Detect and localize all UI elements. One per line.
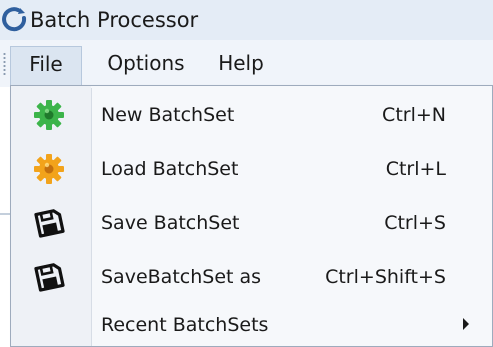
menu-item-label: SaveBatchSet as [101, 266, 262, 288]
divider [0, 213, 10, 215]
title-bar: Batch Processor [0, 0, 493, 40]
batch-processor-icon [2, 7, 27, 32]
menu-item-shortcut: Ctrl+N [382, 104, 446, 126]
menu-item-save-batchset[interactable]: Save BatchSet Ctrl+S [11, 196, 492, 250]
gear-orange-icon [34, 154, 64, 184]
window-background-strip [0, 87, 10, 347]
menu-item-label: Save BatchSet [101, 212, 240, 234]
submenu-arrow-icon [463, 318, 469, 330]
menu-item-shortcut: Ctrl+S [384, 212, 446, 234]
menu-item-new-batchset[interactable]: New BatchSet Ctrl+N [11, 88, 492, 142]
app-window: Batch Processor File Options Help New Ba… [0, 0, 493, 347]
menu-item-recent-batchsets[interactable]: Recent BatchSets [11, 298, 492, 347]
file-dropdown-menu: New BatchSet Ctrl+N Load BatchSet Ctrl+L… [10, 85, 493, 347]
menu-help[interactable]: Help [208, 46, 274, 80]
menu-help-label: Help [218, 51, 264, 75]
menubar-grip [3, 52, 6, 76]
menu-options[interactable]: Options [96, 46, 196, 80]
floppy-disk-icon [34, 209, 65, 238]
menu-bar: File Options Help [0, 40, 493, 87]
floppy-disk-icon [34, 263, 65, 292]
menu-options-label: Options [107, 51, 185, 75]
menu-item-label: Recent BatchSets [101, 314, 269, 336]
menu-item-shortcut: Ctrl+Shift+S [325, 266, 446, 288]
gear-green-icon [34, 100, 64, 130]
window-title: Batch Processor [30, 8, 199, 32]
menu-item-load-batchset[interactable]: Load BatchSet Ctrl+L [11, 142, 492, 196]
menu-file[interactable]: File [10, 46, 82, 87]
menu-file-label: File [29, 52, 63, 76]
menu-item-shortcut: Ctrl+L [385, 158, 446, 180]
menu-item-label: Load BatchSet [101, 158, 239, 180]
menu-item-save-batchset-as[interactable]: SaveBatchSet as Ctrl+Shift+S [11, 250, 492, 304]
menu-item-label: New BatchSet [101, 104, 235, 126]
